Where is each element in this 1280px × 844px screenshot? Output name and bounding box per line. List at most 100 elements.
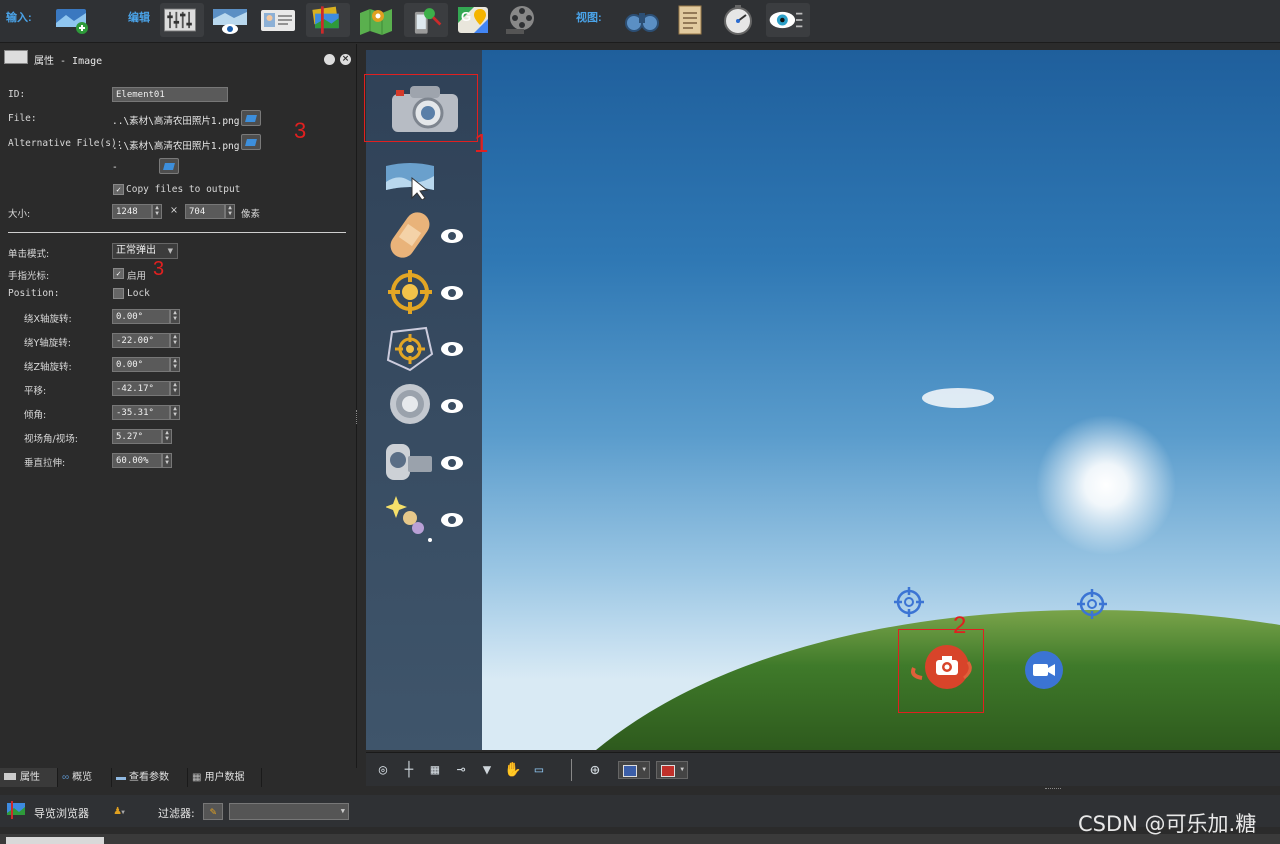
transform-field-stepper[interactable]: ▲ ▼ (162, 453, 172, 468)
height-field[interactable]: 704 (185, 204, 225, 219)
transform-field-input[interactable]: 60.00% (112, 453, 162, 468)
browse-extra-file-button[interactable] (159, 158, 179, 174)
eye-icon[interactable] (440, 285, 464, 305)
mixer-icon[interactable] (160, 3, 204, 37)
tab-overview[interactable]: ∞ 概览 (58, 768, 112, 787)
pencil-icon[interactable]: ✎ (203, 803, 223, 820)
view-tab-icon: ▬ (116, 772, 126, 783)
camera-hotspot-icon[interactable] (908, 644, 974, 698)
phone-marker-icon[interactable] (404, 3, 448, 37)
splitter-handle[interactable] (356, 410, 359, 424)
transform-field-input[interactable]: -22.00° (112, 333, 170, 348)
crosshair-icon[interactable]: ⊕ (586, 761, 604, 779)
user-dropdown-icon[interactable]: ♟▼ (114, 803, 134, 819)
vertical-line-icon[interactable]: ┼ (400, 761, 418, 779)
film-reel-icon[interactable] (502, 3, 542, 37)
panorama-cursor-icon[interactable] (384, 160, 436, 204)
id-card-icon[interactable] (258, 3, 298, 37)
panorama-view-icon[interactable]: ▭ (530, 761, 548, 779)
thumbnail-item[interactable] (6, 837, 104, 844)
finger-cursor-checkbox[interactable]: ✓ (113, 268, 124, 279)
red-color-picker[interactable]: ▼ (656, 761, 688, 779)
eye-icon[interactable] (440, 398, 464, 418)
grid-icon[interactable]: ▦ (426, 761, 444, 779)
lock-label: Lock (127, 288, 150, 299)
crosshair-hotspot-icon[interactable] (1076, 588, 1108, 624)
eye-icon[interactable] (440, 341, 464, 361)
panorama-viewport[interactable] (366, 50, 1280, 750)
stopwatch-icon[interactable] (718, 3, 758, 37)
google-maps-icon[interactable]: G (454, 3, 494, 37)
video-hotspot-icon[interactable] (1024, 650, 1064, 694)
transform-field-input[interactable]: -42.17° (112, 381, 170, 396)
transform-field-stepper[interactable]: ▲ ▼ (170, 405, 180, 420)
float-panel-icon[interactable] (324, 54, 335, 65)
transform-field-input[interactable]: 0.00° (112, 309, 170, 324)
lens-flare-icon[interactable] (385, 494, 434, 548)
browse-alt-file-button[interactable] (241, 134, 261, 150)
transform-field-stepper[interactable]: ▲ ▼ (170, 309, 180, 324)
close-panel-icon[interactable]: × (340, 54, 351, 65)
transform-field-input[interactable]: 5.27° (112, 429, 162, 444)
divider (8, 232, 346, 233)
eye-icon[interactable] (440, 512, 464, 532)
video-camera-icon[interactable] (384, 442, 436, 486)
tour-preview-icon[interactable] (210, 3, 250, 37)
tab-user-data[interactable]: ▦ 用户数据 (188, 768, 262, 787)
transform-field-stepper[interactable]: ▲ ▼ (170, 357, 180, 372)
main-toolbar: 输入: 编辑 G 视图: (0, 0, 1280, 43)
binoculars-tab-icon: ∞ (62, 772, 70, 783)
resize-handle[interactable] (1045, 788, 1061, 791)
copy-files-checkbox[interactable]: ✓ (113, 184, 124, 195)
finger-cursor-value: 启用 (127, 271, 147, 282)
chevron-down-icon: ▼ (340, 807, 345, 815)
tab-properties[interactable]: 属性 (0, 768, 58, 787)
transform-field-label: 视场角/视场: (24, 434, 78, 445)
width-stepper[interactable]: ▲ ▼ (152, 204, 162, 219)
properties-panel: 属性 - Image × ID: Element01 File: ..\素材\高… (0, 44, 357, 768)
height-stepper[interactable]: ▲ ▼ (225, 204, 235, 219)
polygon-target-icon[interactable] (386, 326, 434, 376)
transform-field-input[interactable]: 0.00° (112, 357, 170, 372)
view-label: 视图: (576, 12, 602, 24)
transform-field-label: 绕Y轴旋转: (24, 338, 72, 349)
id-label: ID: (8, 89, 26, 100)
eye-list-icon[interactable] (766, 3, 810, 37)
eye-icon[interactable] (440, 228, 464, 248)
eye-icon[interactable] (440, 455, 464, 475)
blue-color-picker[interactable]: ▼ (618, 761, 650, 779)
crosshair-hotspot-icon[interactable] (893, 586, 925, 622)
compass-icon[interactable]: ◎ (374, 761, 392, 779)
browse-file-button[interactable] (241, 110, 261, 126)
filter-select[interactable]: ▼ (229, 803, 349, 820)
edit-label: 编辑 (128, 12, 150, 24)
bandage-icon[interactable] (388, 210, 432, 264)
transform-field-stepper[interactable]: ▲ ▼ (170, 381, 180, 396)
transform-field-stepper[interactable]: ▲ ▼ (162, 429, 172, 444)
panorama-add-icon[interactable] (52, 3, 92, 37)
lock-checkbox[interactable] (113, 288, 124, 299)
map-icon[interactable] (356, 3, 396, 37)
binoculars-icon[interactable] (622, 3, 662, 37)
pano-stack-icon[interactable] (306, 3, 350, 37)
transform-field-label: 倾角: (24, 410, 47, 421)
tab-view-params[interactable]: ▬ 查看参数 (112, 768, 188, 787)
speaker-icon[interactable] (388, 382, 432, 430)
hand-icon[interactable]: ✋ (504, 761, 522, 779)
click-mode-label: 单击模式: (8, 249, 50, 260)
tour-browser-icon (6, 801, 28, 819)
target-icon[interactable] (388, 270, 432, 318)
transform-field-stepper[interactable]: ▲ ▼ (170, 333, 180, 348)
size-label: 大小: (8, 209, 31, 220)
panorama-scene (596, 388, 1280, 750)
id-field[interactable]: Element01 (112, 87, 228, 102)
width-field[interactable]: 1248 (112, 204, 152, 219)
notes-icon[interactable] (670, 3, 710, 37)
transform-field-input[interactable]: -35.31° (112, 405, 170, 420)
click-mode-select[interactable]: 正常弹出 ▼ (112, 243, 178, 259)
filter-label: 过滤器: (158, 807, 195, 820)
funnel-eye-icon[interactable]: ▼ (478, 761, 496, 779)
unit-label: 像素 (241, 209, 261, 220)
ruler-icon[interactable]: ⊸ (452, 761, 470, 779)
camera-icon[interactable] (390, 82, 460, 138)
